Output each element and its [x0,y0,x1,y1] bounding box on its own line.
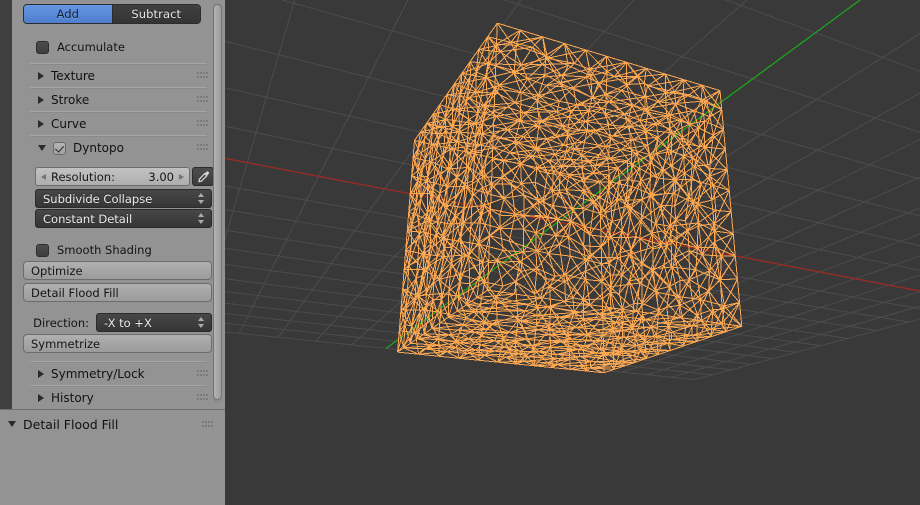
triangle-left-icon[interactable] [41,173,46,180]
symmetrize-button[interactable]: Symmetrize [23,334,212,353]
panel-label-texture: Texture [51,69,95,83]
dyntopo-resolution-slider[interactable]: Resolution: 3.00 [35,167,190,186]
grip-dots-icon[interactable] [197,144,208,151]
triangle-right-icon [38,120,44,128]
panel-label-symmetry-lock: Symmetry/Lock [51,367,145,381]
divider [30,63,206,65]
detail-type-value: Constant Detail [43,211,133,226]
operator-panel-header[interactable]: Detail Flood Fill [8,414,118,434]
panel-label-stroke: Stroke [51,93,90,107]
accumulate-label: Accumulate [57,40,125,54]
up-down-chevron-icon [197,316,206,329]
properties-scrollbar[interactable] [213,3,222,403]
symmetrize-button-label: Symmetrize [31,336,101,351]
viewport-canvas[interactable] [225,0,920,505]
triangle-down-icon [8,421,16,427]
symmetrize-direction-label: Direction: [33,316,89,330]
accumulate-checkbox-row[interactable]: Accumulate [36,38,125,56]
resolution-label: Resolution: [51,169,115,184]
triangle-right-icon [38,370,44,378]
smooth-shading-checkbox-row[interactable]: Smooth Shading [36,241,152,259]
detail-flood-fill-button-label: Detail Flood Fill [31,285,119,300]
symmetrize-direction-value: -X to +X [104,315,152,330]
brush-direction-subtract[interactable]: Subtract [111,5,200,23]
symmetrize-direction-dropdown[interactable]: -X to +X [96,313,212,332]
panel-label-dyntopo: Dyntopo [73,141,124,155]
accumulate-checkbox[interactable] [36,40,49,54]
operator-redo-panel[interactable]: Detail Flood Fill [0,409,225,505]
smooth-shading-label: Smooth Shading [57,243,152,257]
divider [30,87,206,89]
grip-dots-icon[interactable] [202,421,213,428]
triangle-right-icon [38,72,44,80]
dyntopo-enable-checkbox[interactable] [53,141,66,155]
triangle-down-icon [38,145,46,151]
dyntopo-detail-type-dropdown[interactable]: Constant Detail [35,209,212,228]
brush-direction-add[interactable]: Add [24,5,112,23]
detail-flood-fill-button[interactable]: Detail Flood Fill [23,283,212,302]
operator-panel-title: Detail Flood Fill [23,416,119,432]
grip-dots-icon[interactable] [197,120,208,127]
grip-dots-icon[interactable] [197,72,208,79]
grip-dots-icon[interactable] [197,96,208,103]
divider [30,361,206,363]
panel-label-history: History [51,391,94,405]
panel-header-dyntopo[interactable]: Dyntopo [38,138,124,158]
panel-header-symmetry-lock[interactable]: Symmetry/Lock [38,364,145,384]
triangle-right-icon [38,96,44,104]
panel-label-curve: Curve [51,117,87,131]
optimize-button[interactable]: Optimize [23,261,212,280]
divider [30,111,206,113]
panel-header-stroke[interactable]: Stroke [38,90,89,110]
up-down-chevron-icon [197,192,206,205]
blender-window: Add Subtract Accumulate Texture Stroke C… [0,0,920,505]
eyedropper-button[interactable] [192,167,214,186]
dyntopo-refine-method-dropdown[interactable]: Subdivide Collapse [35,189,212,208]
panel-header-texture[interactable]: Texture [38,66,95,86]
divider [30,385,206,387]
smooth-shading-checkbox[interactable] [36,243,49,257]
optimize-button-label: Optimize [31,263,83,278]
3d-viewport[interactable] [225,0,920,505]
up-down-chevron-icon [197,212,206,225]
triangle-right-icon [38,394,44,402]
grip-dots-icon[interactable] [197,370,208,377]
brush-direction-toggle[interactable]: Add Subtract [23,4,201,24]
resolution-value: 3.00 [148,169,174,184]
tool-region: Add Subtract Accumulate Texture Stroke C… [0,0,225,505]
divider [30,135,206,137]
refine-method-value: Subdivide Collapse [43,191,153,206]
triangle-right-icon[interactable] [179,173,184,180]
scrollbar-thumb[interactable] [213,4,222,400]
panel-header-history[interactable]: History [38,388,94,408]
tool-properties-panel[interactable]: Add Subtract Accumulate Texture Stroke C… [12,0,225,409]
grip-dots-icon[interactable] [197,394,208,401]
eyedropper-icon [197,171,209,183]
panel-header-curve[interactable]: Curve [38,114,86,134]
